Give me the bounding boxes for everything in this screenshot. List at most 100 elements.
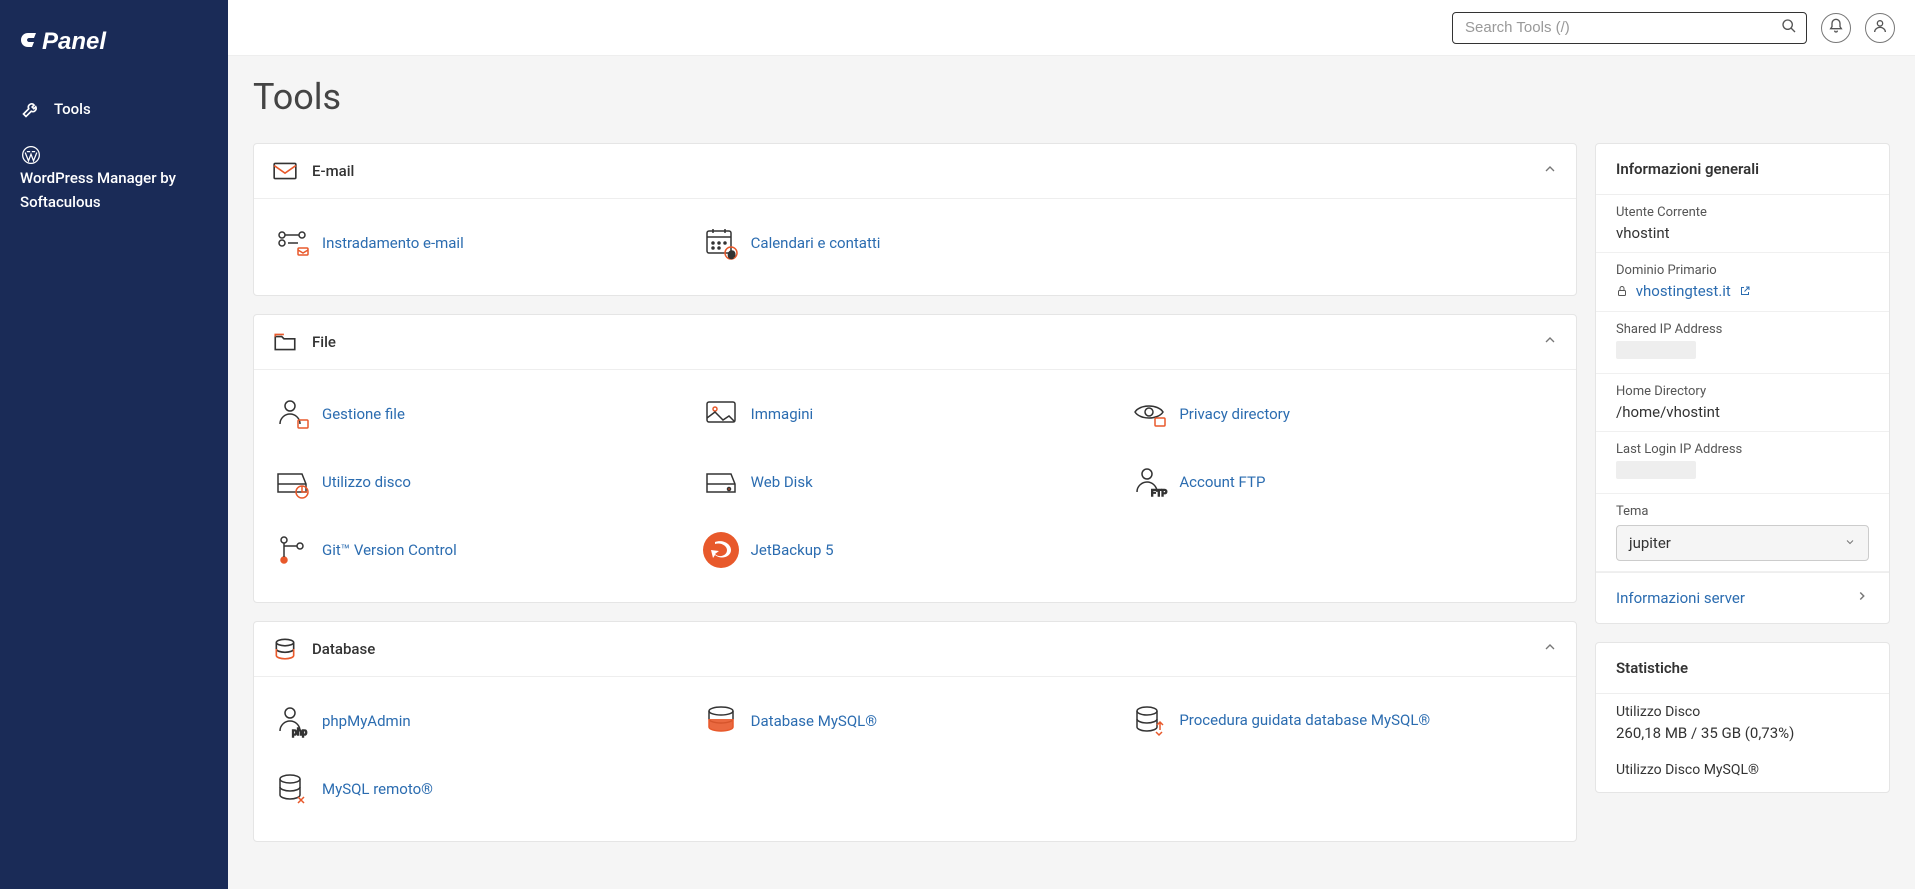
tool-label: Web Disk <box>751 473 813 491</box>
shared-ip-label: Shared IP Address <box>1616 322 1869 337</box>
group-database-header[interactable]: Database <box>254 622 1576 677</box>
group-email: E-mail Instradamento e-mail @ Calendari … <box>253 143 1577 296</box>
sidebar-item-label: WordPress Manager by Softaculous <box>20 166 208 214</box>
theme-select[interactable]: jupiter <box>1616 525 1869 561</box>
tool-immagini[interactable]: Immagini <box>701 380 1130 448</box>
web-disk-icon <box>701 462 741 502</box>
privacy-icon <box>1129 394 1169 434</box>
group-email-header[interactable]: E-mail <box>254 144 1576 199</box>
group-file: File Gestione file Immagini <box>253 314 1577 603</box>
svg-text:@: @ <box>728 250 735 259</box>
lock-icon <box>1616 283 1628 301</box>
chevron-up-icon <box>1542 161 1558 181</box>
sidebar-item-wordpress-manager[interactable]: WordPress Manager by Softaculous <box>0 132 228 226</box>
server-info-link[interactable]: Informazioni server <box>1596 572 1889 623</box>
tool-git[interactable]: Git™ Version Control <box>272 516 701 584</box>
tool-mysql-db[interactable]: Database MySQL® <box>701 687 1130 755</box>
primary-domain-label: Dominio Primario <box>1616 263 1869 278</box>
jetbackup-icon <box>701 530 741 570</box>
svg-text:FTP: FTP <box>1151 489 1167 499</box>
chevron-up-icon <box>1542 639 1558 659</box>
tool-web-disk[interactable]: Web Disk <box>701 448 1130 516</box>
search-input[interactable] <box>1452 12 1807 44</box>
search-wrap <box>1452 12 1807 44</box>
chevron-up-icon <box>1542 332 1558 352</box>
last-login-label: Last Login IP Address <box>1616 442 1869 457</box>
server-info-label: Informazioni server <box>1616 589 1745 607</box>
tool-label: Utilizzo disco <box>322 473 411 491</box>
home-dir-value: /home/vhostint <box>1616 403 1869 421</box>
file-manager-icon <box>272 394 312 434</box>
mysql-wizard-icon <box>1129 701 1169 741</box>
group-database: Database php phpMyAdmin Database MySQL® <box>253 621 1577 842</box>
tool-instradamento-email[interactable]: Instradamento e-mail <box>272 209 701 277</box>
tool-account-ftp[interactable]: FTP Account FTP <box>1129 448 1558 516</box>
wordpress-icon <box>20 144 42 166</box>
page-title: Tools <box>228 56 1915 118</box>
svg-text:Panel: Panel <box>42 28 107 55</box>
disk-usage-value: 260,18 MB / 35 GB (0,73%) <box>1616 724 1869 742</box>
tool-label: Database MySQL® <box>751 712 877 730</box>
stats-title: Statistiche <box>1596 643 1889 694</box>
primary-domain-link[interactable]: vhostingtest.it <box>1636 282 1731 300</box>
group-title: File <box>312 333 1542 351</box>
user-menu-button[interactable] <box>1865 13 1895 43</box>
tool-label: Instradamento e-mail <box>322 234 464 252</box>
chevron-down-icon <box>1844 534 1856 552</box>
mysql-icon <box>701 701 741 741</box>
tool-label: JetBackup 5 <box>751 541 834 559</box>
tool-label: MySQL remoto® <box>322 780 433 798</box>
cpanel-logo[interactable]: Panel <box>0 15 228 86</box>
disk-usage-label: Utilizzo Disco <box>1616 704 1869 720</box>
bell-icon <box>1828 18 1844 38</box>
tools-icon <box>20 98 42 120</box>
external-link-icon <box>1739 283 1751 301</box>
phpmyadmin-icon: php <box>272 701 312 741</box>
user-icon <box>1872 18 1888 38</box>
tool-mysql-wizard[interactable]: Procedura guidata database MySQL® <box>1129 687 1558 755</box>
disk-usage-icon <box>272 462 312 502</box>
info-title: Informazioni generali <box>1596 144 1889 195</box>
current-user-value: vhostint <box>1616 224 1869 242</box>
sidebar-item-tools[interactable]: Tools <box>0 86 228 132</box>
topbar <box>228 0 1915 56</box>
tool-label: Account FTP <box>1179 473 1265 491</box>
chevron-right-icon <box>1855 589 1869 607</box>
statistics-panel: Statistiche Utilizzo Disco 260,18 MB / 3… <box>1595 642 1890 793</box>
tool-label: Gestione file <box>322 405 405 423</box>
calendar-icon: @ <box>701 223 741 263</box>
tool-label: phpMyAdmin <box>322 712 411 730</box>
ftp-icon: FTP <box>1129 462 1169 502</box>
theme-value: jupiter <box>1629 534 1671 552</box>
tool-jetbackup[interactable]: JetBackup 5 <box>701 516 1130 584</box>
tool-label: Git™ Version Control <box>322 541 457 559</box>
group-title: E-mail <box>312 162 1542 180</box>
tool-calendari-contatti[interactable]: @ Calendari e contatti <box>701 209 1130 277</box>
shared-ip-value <box>1616 341 1696 359</box>
tool-utilizzo-disco[interactable]: Utilizzo disco <box>272 448 701 516</box>
tool-phpmyadmin[interactable]: php phpMyAdmin <box>272 687 701 755</box>
tool-label: Immagini <box>751 405 814 423</box>
email-routing-icon <box>272 223 312 263</box>
sidebar: Panel Tools WordPress Manager by Softacu… <box>0 0 228 889</box>
group-file-header[interactable]: File <box>254 315 1576 370</box>
folder-icon <box>272 329 298 355</box>
git-icon <box>272 530 312 570</box>
last-login-value <box>1616 461 1696 479</box>
tool-gestione-file[interactable]: Gestione file <box>272 380 701 448</box>
mysql-disk-label: Utilizzo Disco MySQL® <box>1616 762 1869 778</box>
general-info-panel: Informazioni generali Utente Corrente vh… <box>1595 143 1890 624</box>
email-icon <box>272 158 298 184</box>
sidebar-item-label: Tools <box>54 100 91 118</box>
search-icon[interactable] <box>1781 18 1797 38</box>
images-icon <box>701 394 741 434</box>
tool-mysql-remote[interactable]: MySQL remoto® <box>272 755 701 823</box>
mysql-remote-icon <box>272 769 312 809</box>
home-dir-label: Home Directory <box>1616 384 1869 399</box>
theme-label: Tema <box>1616 504 1869 519</box>
tool-label: Calendari e contatti <box>751 234 881 252</box>
group-title: Database <box>312 640 1542 658</box>
tool-privacy-directory[interactable]: Privacy directory <box>1129 380 1558 448</box>
notifications-button[interactable] <box>1821 13 1851 43</box>
tool-label: Privacy directory <box>1179 405 1290 423</box>
